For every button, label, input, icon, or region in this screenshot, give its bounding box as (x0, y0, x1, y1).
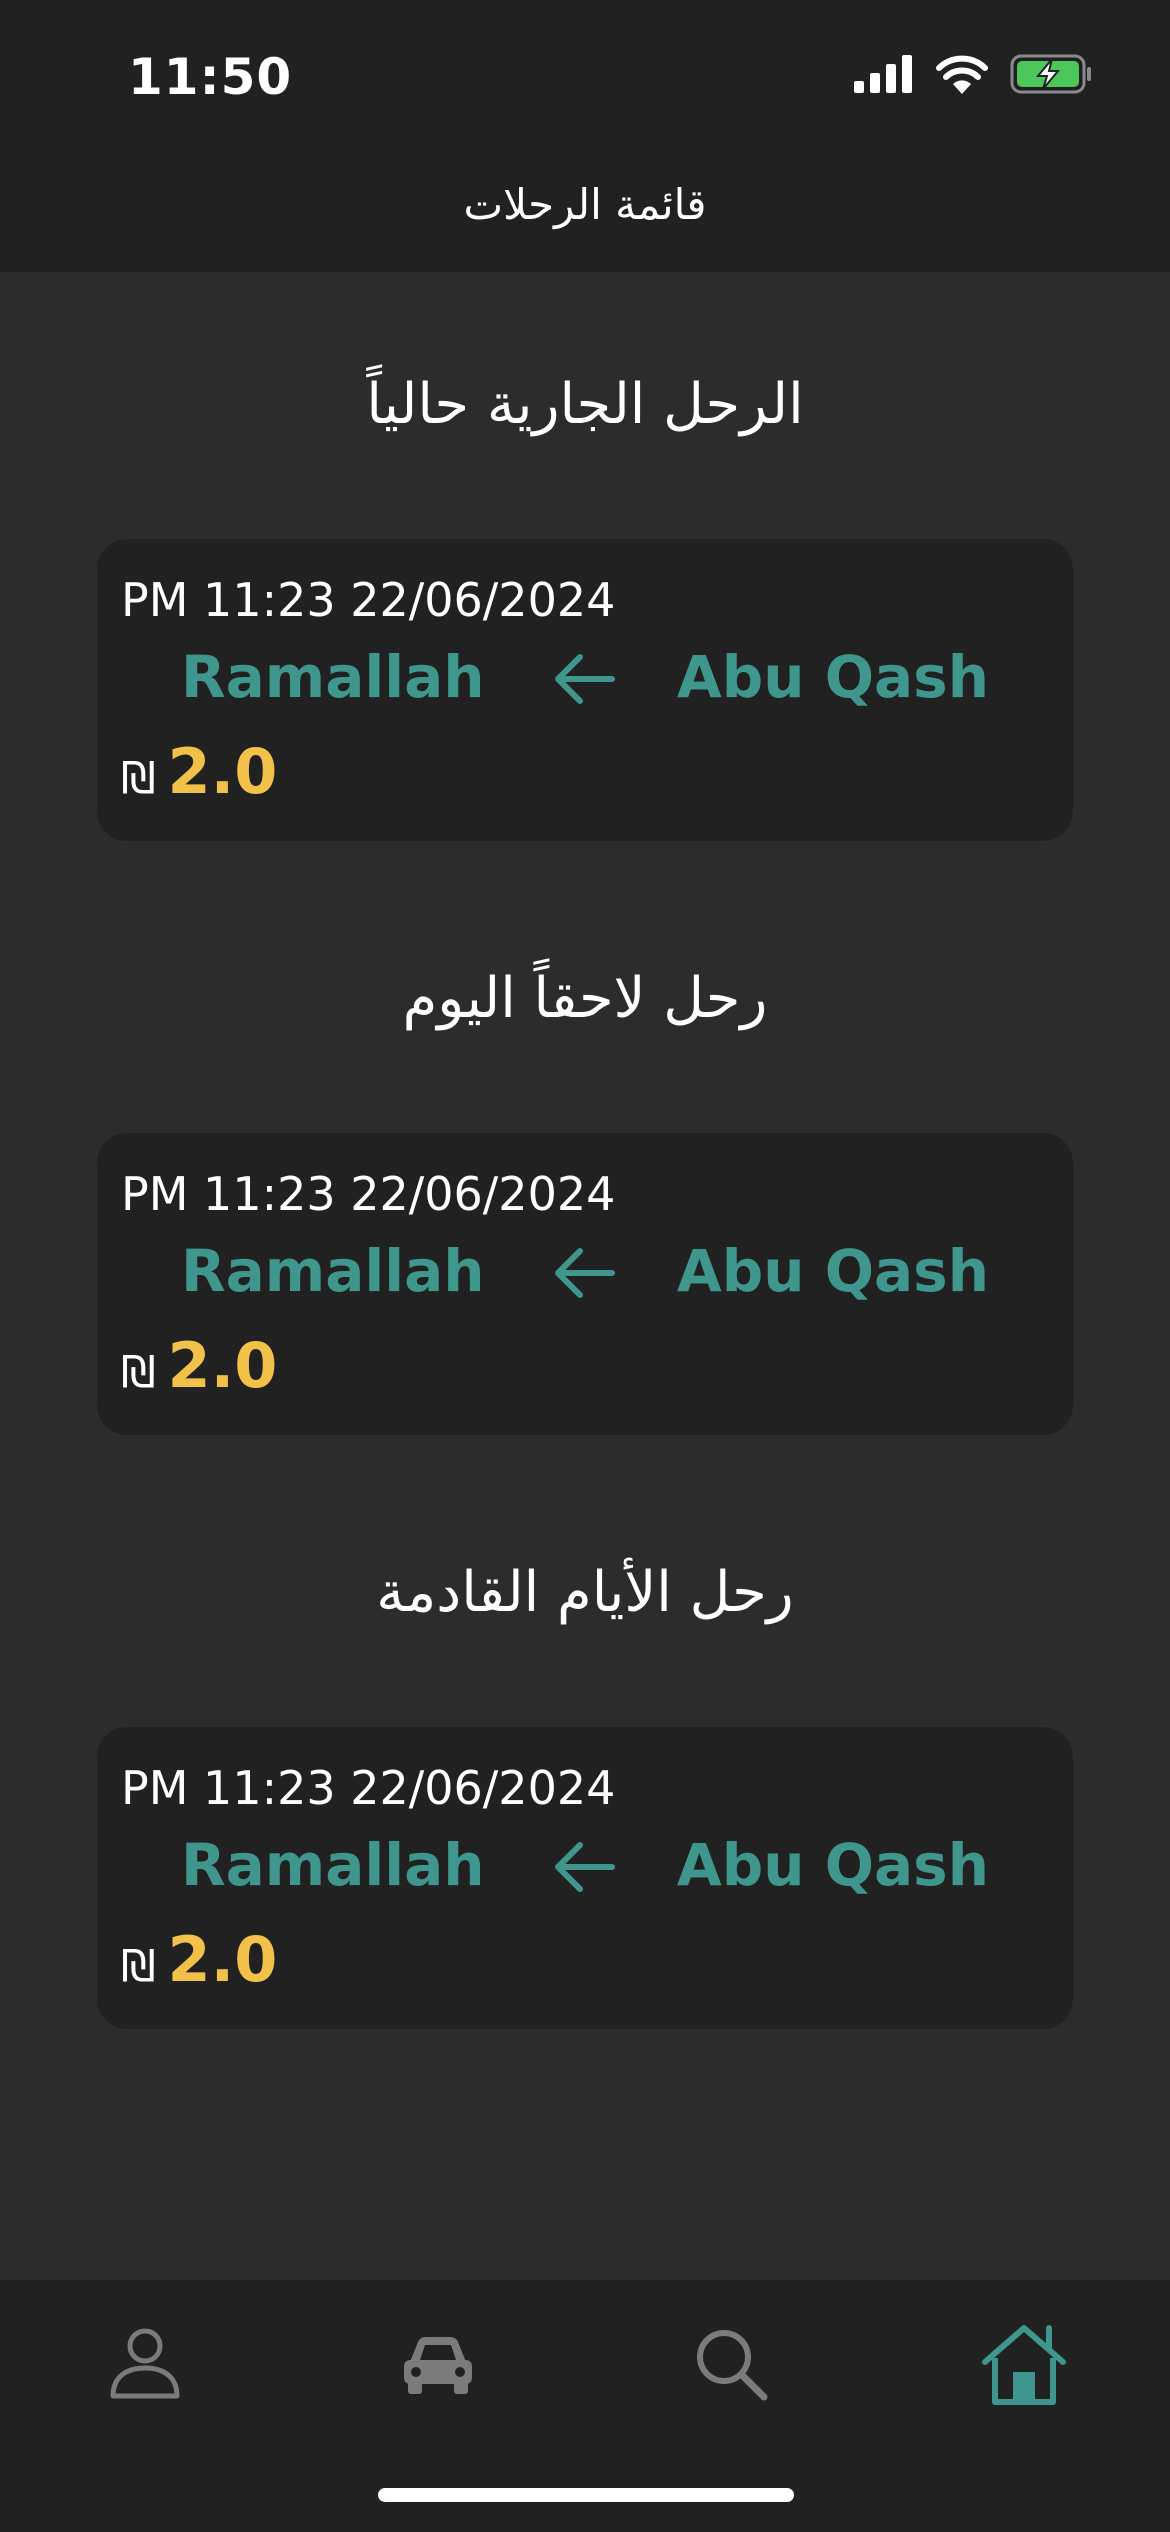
destination-city: Ramallah (181, 1237, 485, 1305)
trip-datetime: PM 11:23 22/06/2024 (121, 1761, 616, 1815)
page-title: قائمة الرحلات (463, 180, 707, 229)
section-title-upcoming-days: رحل الأيام القادمة (376, 1560, 794, 1625)
search-icon (697, 2330, 768, 2401)
trip-route: Ramallah Abu Qash (97, 1237, 1073, 1307)
status-bar: 11:50 (0, 0, 1170, 150)
status-icons (854, 54, 1092, 94)
status-time: 11:50 (128, 48, 293, 106)
home-icon (982, 2325, 1066, 2405)
currency-symbol: ₪ (121, 753, 156, 804)
wifi-icon (936, 55, 988, 94)
tab-search[interactable] (671, 2304, 791, 2424)
cellular-signal-icon (854, 55, 912, 93)
origin-city: Abu Qash (676, 643, 989, 711)
car-icon (404, 2337, 472, 2394)
trip-route: Ramallah Abu Qash (97, 1831, 1073, 1901)
arrow-left-icon (555, 1842, 615, 1892)
trip-card-current[interactable]: PM 11:23 22/06/2024 Ramallah Abu Qash ₪ … (97, 539, 1073, 841)
currency-symbol: ₪ (121, 1347, 156, 1398)
app-header: قائمة الرحلات (0, 150, 1170, 272)
destination-city: Ramallah (181, 643, 485, 711)
trip-card-later-today[interactable]: PM 11:23 22/06/2024 Ramallah Abu Qash ₪ … (97, 1133, 1073, 1435)
tab-home[interactable] (964, 2304, 1084, 2424)
trip-route: Ramallah Abu Qash (97, 643, 1073, 713)
price-value: 2.0 (167, 1329, 278, 1402)
origin-city: Abu Qash (676, 1237, 989, 1305)
tab-profile[interactable] (85, 2304, 205, 2424)
price-value: 2.0 (167, 735, 278, 808)
battery-charging-icon (1010, 54, 1091, 94)
price-value: 2.0 (167, 1923, 278, 1996)
currency-symbol: ₪ (121, 1941, 156, 1992)
tab-rides[interactable] (378, 2304, 498, 2424)
origin-city: Abu Qash (676, 1831, 989, 1899)
trip-price: ₪ 2.0 (121, 735, 277, 808)
arrow-left-icon (555, 1248, 615, 1298)
trip-price: ₪ 2.0 (121, 1329, 277, 1402)
person-icon (110, 2328, 180, 2399)
trip-card-upcoming-days[interactable]: PM 11:23 22/06/2024 Ramallah Abu Qash ₪ … (97, 1727, 1073, 2029)
trip-price: ₪ 2.0 (121, 1923, 277, 1996)
destination-city: Ramallah (181, 1831, 485, 1899)
home-indicator (378, 2488, 794, 2502)
section-title-current: الرحل الجارية حالياً (366, 372, 804, 437)
section-title-later-today: رحل لاحقاً اليوم (402, 966, 768, 1031)
trip-datetime: PM 11:23 22/06/2024 (121, 1167, 616, 1221)
arrow-left-icon (555, 654, 615, 704)
trip-datetime: PM 11:23 22/06/2024 (121, 573, 616, 627)
